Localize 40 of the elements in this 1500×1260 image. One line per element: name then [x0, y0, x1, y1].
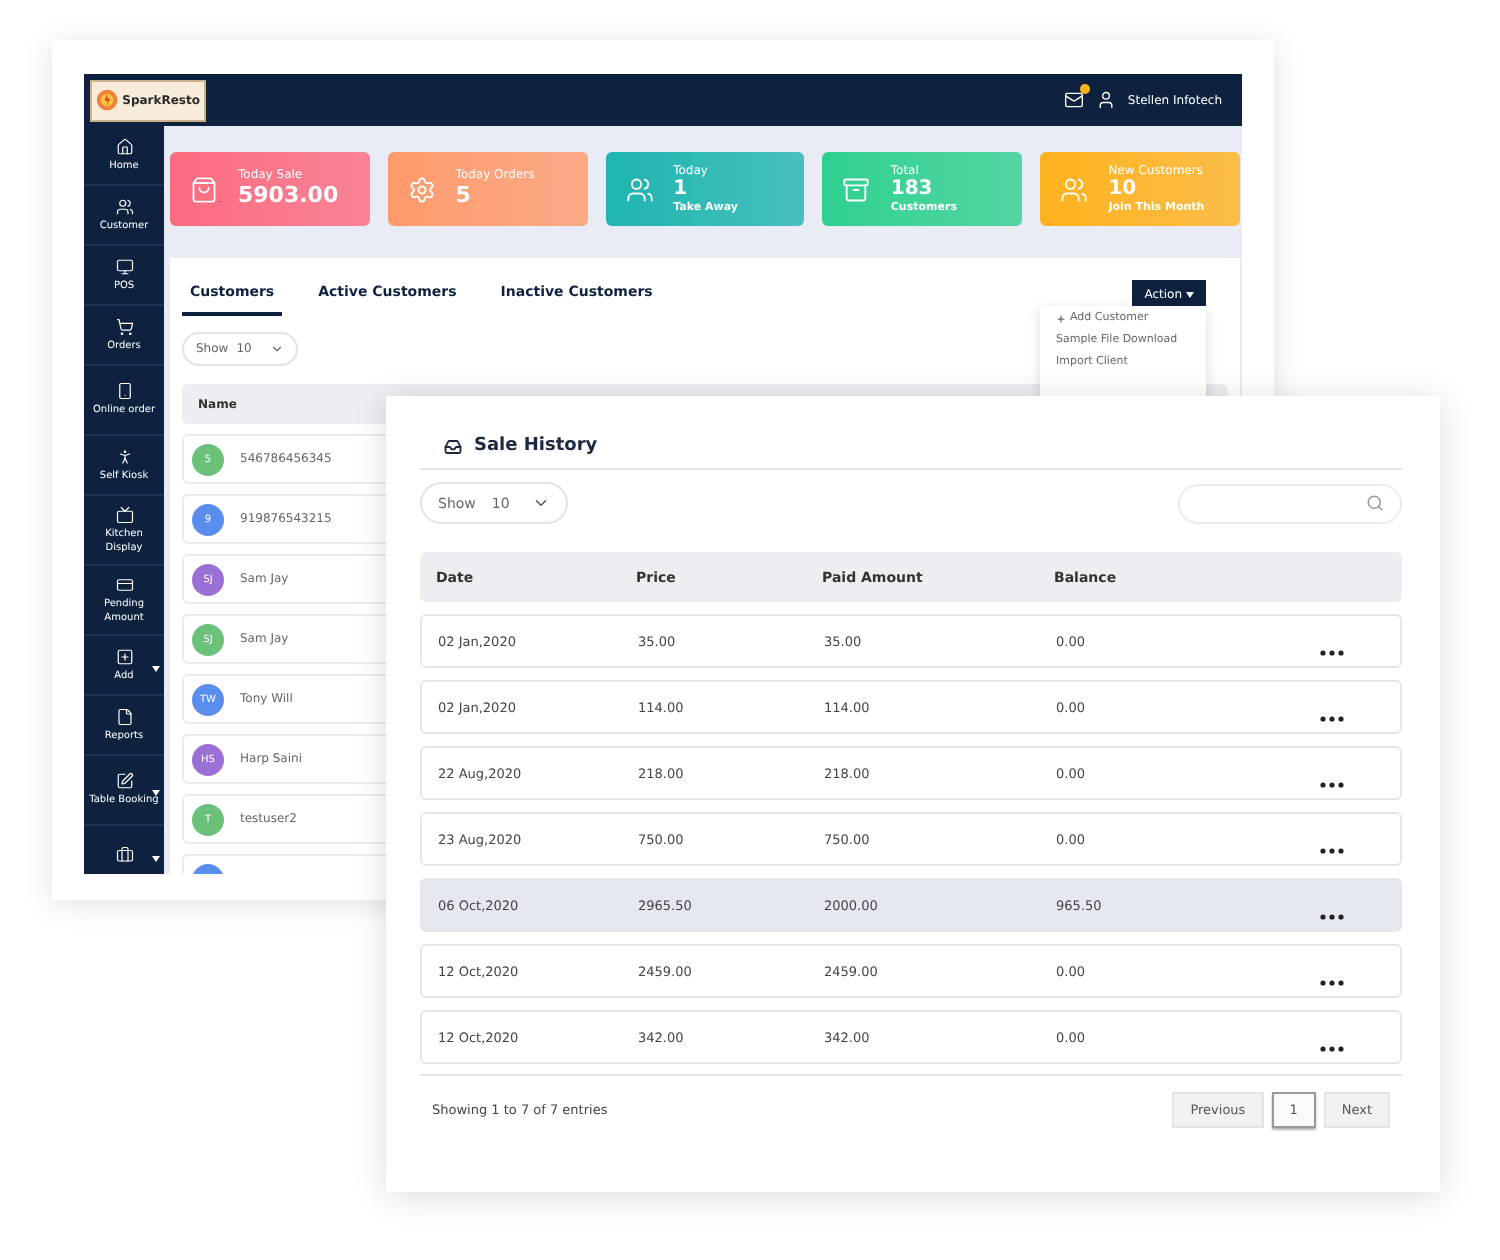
- more-icon[interactable]: [1320, 848, 1344, 854]
- more-icon[interactable]: [1320, 914, 1344, 920]
- stat-value: 10: [1108, 178, 1139, 201]
- menu-item-icon: [115, 317, 133, 336]
- menu-item-icon: [115, 447, 133, 466]
- stat-icon: [190, 175, 218, 203]
- card-title: Sale History: [474, 436, 598, 456]
- chevron-down-icon: [270, 342, 284, 356]
- menu-item-icon: [115, 576, 133, 594]
- stat-icon: [842, 175, 871, 203]
- menu-item-icon: [115, 846, 133, 864]
- stat-value: 5: [455, 182, 473, 210]
- menu-item-icon: [115, 137, 133, 156]
- stat-value: 183: [890, 178, 935, 201]
- user-icon: [1095, 90, 1116, 110]
- stat-value: 5903.00: [238, 182, 339, 210]
- stat-icon: [1060, 175, 1089, 203]
- mail-icon[interactable]: [1063, 90, 1084, 110]
- more-icon[interactable]: [1320, 980, 1344, 986]
- menu-item-icon: [115, 772, 133, 791]
- menu-item-icon: [115, 647, 133, 666]
- search-field[interactable]: [1178, 483, 1402, 523]
- menu-item-icon: [115, 197, 133, 216]
- menu-item-icon: [115, 382, 133, 401]
- chevron-down-icon: [532, 494, 550, 512]
- menu-item-icon: [115, 707, 133, 726]
- menu-item-icon: [115, 506, 133, 524]
- logo-icon: [96, 86, 119, 114]
- stat-icon: [407, 175, 436, 203]
- menu-item-icon: [115, 257, 133, 276]
- more-icon[interactable]: [1320, 650, 1344, 656]
- more-icon[interactable]: [1320, 1046, 1344, 1052]
- more-icon[interactable]: [1320, 782, 1344, 788]
- stat-icon: [625, 175, 654, 203]
- plus-icon: [1056, 313, 1066, 323]
- stat-value: 1: [673, 178, 690, 201]
- caret-icon: [1186, 291, 1194, 297]
- more-icon[interactable]: [1320, 716, 1344, 722]
- search-icon: [1366, 494, 1384, 512]
- inbox-icon: [444, 437, 462, 455]
